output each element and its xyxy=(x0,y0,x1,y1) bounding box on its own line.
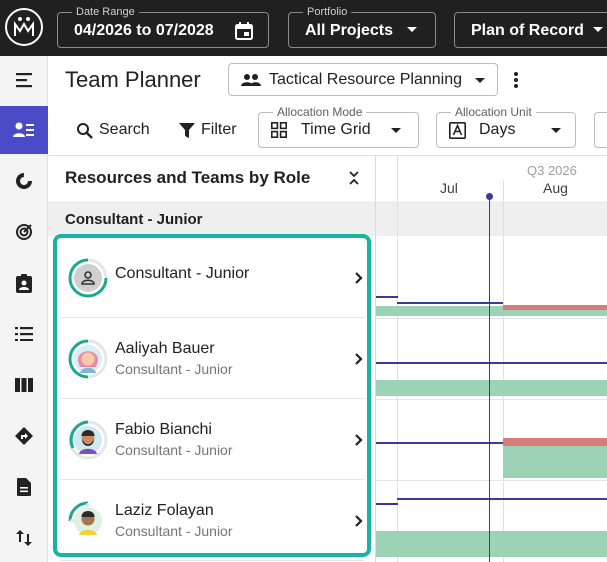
over-allocation-bar[interactable] xyxy=(503,305,607,310)
timeline-group-row xyxy=(376,201,607,236)
search-icon xyxy=(77,122,93,139)
nav-roadmap[interactable] xyxy=(0,412,48,460)
allocation-mode-legend: Allocation Mode xyxy=(273,105,367,119)
target-icon xyxy=(16,224,32,240)
more-options-icon[interactable] xyxy=(508,70,524,90)
plan-value: Plan of Record xyxy=(471,22,584,39)
allocation-outline xyxy=(397,302,503,304)
nav-team-planner[interactable] xyxy=(0,106,48,154)
filter-button[interactable]: Filter xyxy=(179,118,237,142)
plan-select[interactable]: Plan of Record xyxy=(454,12,607,48)
allocation-bar[interactable] xyxy=(503,446,607,478)
nav-assignments[interactable] xyxy=(0,259,48,307)
date-range-field[interactable]: Date Range 04/2026 to 07/2028 xyxy=(57,5,269,48)
nav-list[interactable] xyxy=(0,310,48,358)
allocation-unit-select[interactable]: Allocation Unit Days xyxy=(436,105,576,148)
search-button[interactable]: Search xyxy=(76,118,150,142)
allocation-outline xyxy=(397,498,607,500)
allocation-outline xyxy=(376,503,398,505)
top-app-bar: Date Range 04/2026 to 07/2028 Portfolio … xyxy=(0,0,607,56)
date-range-value: 04/2026 to 07/2028 xyxy=(74,22,214,39)
people-list-icon xyxy=(13,122,34,137)
timeline-gridline xyxy=(503,180,504,562)
people-icon xyxy=(241,72,261,93)
directions-icon xyxy=(15,427,33,445)
collapse-all-icon[interactable] xyxy=(348,170,360,191)
chevron-down-icon xyxy=(593,27,603,32)
today-marker-dot xyxy=(486,193,493,200)
role-group-label: Consultant - Junior xyxy=(65,211,203,228)
date-range-legend: Date Range xyxy=(72,5,139,19)
portfolio-legend: Portfolio xyxy=(303,5,352,19)
search-button-label: Search xyxy=(99,121,150,138)
view-select[interactable]: Tactical Resource Planning xyxy=(228,63,498,96)
today-marker-line xyxy=(489,196,490,562)
extra-field-partial[interactable] xyxy=(594,112,607,148)
allocation-outline xyxy=(376,296,398,298)
menu-icon xyxy=(16,73,32,88)
columns-icon xyxy=(15,378,33,392)
filter-icon xyxy=(179,122,195,138)
page-title: Team Planner xyxy=(65,67,201,92)
app-logo-icon[interactable] xyxy=(5,8,43,46)
document-icon xyxy=(17,478,31,496)
allocation-outline xyxy=(376,442,503,444)
font-box-icon xyxy=(449,122,466,144)
timeline-row-divider xyxy=(376,480,607,481)
grid-icon xyxy=(271,122,288,143)
timeline-month-label: Jul xyxy=(440,180,458,196)
view-select-label: Tactical Resource Planning xyxy=(269,71,462,88)
portfolio-select[interactable]: Portfolio All Projects xyxy=(288,5,436,48)
allocation-bar[interactable] xyxy=(376,531,607,557)
chevron-down-icon xyxy=(391,128,401,133)
allocation-outline xyxy=(376,362,607,364)
calendar-icon[interactable] xyxy=(234,21,254,46)
resources-list-header: Resources and Teams by Role xyxy=(65,168,311,187)
allocation-mode-select[interactable]: Allocation Mode Time Grid xyxy=(258,105,419,148)
timeline-row-divider xyxy=(376,318,607,319)
clipboard-user-icon xyxy=(16,273,32,293)
over-allocation-bar[interactable] xyxy=(503,438,607,446)
chevron-down-icon xyxy=(407,27,417,32)
timeline-quarter-label: Q3 2026 xyxy=(527,163,577,178)
swap-vertical-icon xyxy=(16,530,32,546)
nav-documents[interactable] xyxy=(0,463,48,511)
timeline-gridline xyxy=(397,156,398,562)
filter-button-label: Filter xyxy=(201,121,237,138)
allocation-bar[interactable] xyxy=(376,380,607,396)
nav-transfer[interactable] xyxy=(0,514,48,562)
role-group-header[interactable]: Consultant - Junior xyxy=(48,201,376,236)
selection-highlight xyxy=(53,234,371,557)
timeline-row-divider xyxy=(376,399,607,400)
chevron-down-icon xyxy=(475,78,485,83)
timeline-month-label: Aug xyxy=(543,180,568,196)
allocation-unit-value: Days xyxy=(479,121,516,138)
nav-analytics[interactable] xyxy=(0,157,48,205)
nav-goals[interactable] xyxy=(0,208,48,256)
allocation-unit-legend: Allocation Unit xyxy=(451,105,536,119)
donut-chart-icon xyxy=(16,173,32,189)
allocation-mode-value: Time Grid xyxy=(301,121,371,138)
nav-menu-button[interactable] xyxy=(0,56,48,104)
left-navigation xyxy=(0,56,48,562)
list-icon xyxy=(15,327,33,341)
chevron-down-icon xyxy=(551,128,561,133)
portfolio-value: All Projects xyxy=(305,22,394,39)
nav-board[interactable] xyxy=(0,361,48,409)
